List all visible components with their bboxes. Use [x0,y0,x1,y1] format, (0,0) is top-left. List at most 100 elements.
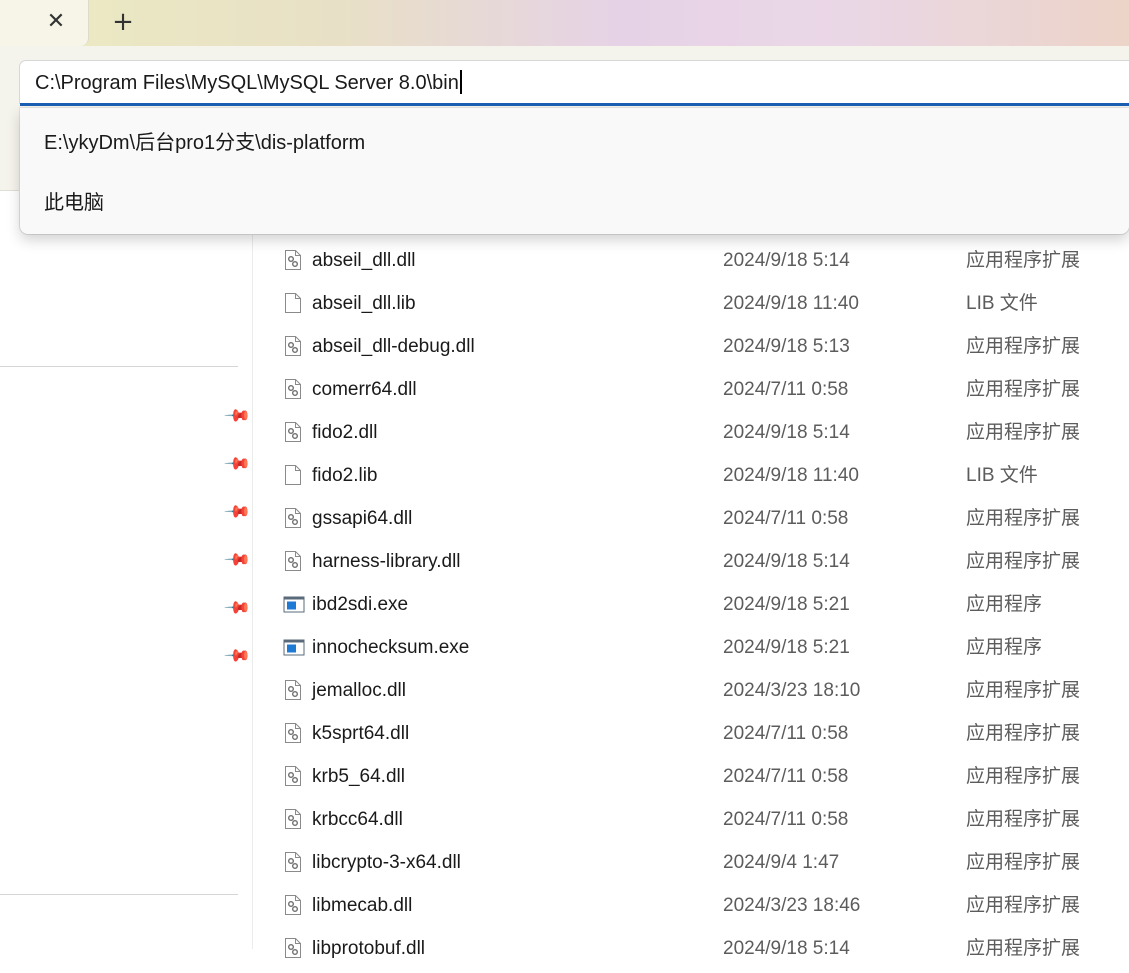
file-date-modified: 2024/7/11 0:58 [723,723,849,744]
file-date-modified: 2024/9/18 5:14 [723,422,850,443]
file-row[interactable]: jemalloc.dll 2024/3/23 18:10 应用程序扩展 [252,667,1129,710]
file-name: abseil_dll-debug.dll [312,336,475,357]
file-row[interactable]: krb5_64.dll 2024/7/11 0:58 应用程序扩展 [252,753,1129,796]
file-row[interactable]: krbcc64.dll 2024/7/11 0:58 应用程序扩展 [252,796,1129,839]
file-row[interactable]: libcrypto-3-x64.dll 2024/9/4 1:47 应用程序扩展 [252,839,1129,882]
file-date-modified: 2024/9/18 5:14 [723,551,850,572]
exe-icon [283,636,305,658]
file-type: 应用程序扩展 [966,809,1081,830]
file-date-modified: 2024/9/18 5:14 [723,938,850,959]
file-name: innochecksum.exe [312,637,470,658]
file-date-modified: 2024/7/11 0:58 [723,379,849,400]
sidebar-divider [0,366,238,367]
address-bar[interactable]: C:\Program Files\MySQL\MySQL Server 8.0\… [20,61,1129,103]
dll-icon [283,722,303,744]
file-row[interactable]: k5sprt64.dll 2024/7/11 0:58 应用程序扩展 [252,710,1129,753]
address-input[interactable]: C:\Program Files\MySQL\MySQL Server 8.0\… [35,61,462,103]
file-row[interactable]: comerr64.dll 2024/7/11 0:58 应用程序扩展 [252,366,1129,409]
suggestion-item[interactable]: 此电脑 [44,183,104,223]
file-name: comerr64.dll [312,379,417,400]
file-row[interactable]: harness-library.dll 2024/9/18 5:14 应用程序扩展 [252,538,1129,581]
active-tab[interactable]: ✕ [0,0,89,46]
dll-icon [283,851,303,873]
file-type: 应用程序扩展 [966,508,1081,529]
pin-icon[interactable]: 📌 [221,640,252,671]
text-caret [459,70,462,94]
file-type: 应用程序扩展 [966,336,1081,357]
sidebar-divider [0,894,238,895]
file-name: libcrypto-3-x64.dll [312,852,461,873]
dll-icon [283,249,303,271]
file-date-modified: 2024/9/18 5:21 [723,594,850,615]
suggestion-item[interactable]: E:\ykyDm\后台pro1分支\dis-platform [44,123,365,163]
file-row[interactable]: abseil_dll.dll 2024/9/18 5:14 应用程序扩展 [252,237,1129,280]
file-icon [283,292,303,314]
file-type: 应用程序扩展 [966,250,1081,271]
file-type: 应用程序扩展 [966,680,1081,701]
file-name: fido2.dll [312,422,378,443]
dll-icon [283,421,303,443]
file-date-modified: 2024/9/18 5:21 [723,637,850,658]
file-name: krb5_64.dll [312,766,405,787]
close-tab-icon[interactable]: ✕ [44,8,68,36]
address-suggestions-dropdown: E:\ykyDm\后台pro1分支\dis-platform 此电脑 [20,108,1129,234]
dll-icon [283,507,303,529]
file-row[interactable]: libmecab.dll 2024/3/23 18:46 应用程序扩展 [252,882,1129,925]
file-row[interactable]: abseil_dll-debug.dll 2024/9/18 5:13 应用程序扩展 [252,323,1129,366]
pin-icon[interactable]: 📌 [221,544,252,575]
file-name: harness-library.dll [312,551,461,572]
exe-icon [283,593,305,615]
file-type: LIB 文件 [966,293,1038,314]
file-type: 应用程序扩展 [966,422,1081,443]
file-type: 应用程序扩展 [966,723,1081,744]
file-name: abseil_dll.dll [312,250,416,271]
file-date-modified: 2024/3/23 18:46 [723,895,861,916]
file-name: jemalloc.dll [312,680,406,701]
file-date-modified: 2024/7/11 0:58 [723,766,849,787]
dll-icon [283,679,303,701]
file-row[interactable]: abseil_dll.lib 2024/9/18 11:40 LIB 文件 [252,280,1129,323]
pin-icon[interactable]: 📌 [221,496,252,527]
dll-icon [283,808,303,830]
file-row[interactable]: fido2.dll 2024/9/18 5:14 应用程序扩展 [252,409,1129,452]
file-type: 应用程序扩展 [966,766,1081,787]
file-name: abseil_dll.lib [312,293,416,314]
file-date-modified: 2024/9/18 5:14 [723,250,850,271]
file-name: fido2.lib [312,465,378,486]
dll-icon [283,550,303,572]
file-name: k5sprt64.dll [312,723,410,744]
file-date-modified: 2024/7/11 0:58 [723,809,849,830]
file-date-modified: 2024/9/4 1:47 [723,852,840,873]
navigation-pane: 📌 📌 📌 📌 📌 📌 [0,234,253,949]
dll-icon [283,937,303,959]
file-type: 应用程序 [966,637,1043,658]
pin-icon[interactable]: 📌 [221,448,252,479]
pin-icon[interactable]: 📌 [221,400,252,431]
file-row[interactable]: libprotobuf.dll 2024/9/18 5:14 应用程序扩展 [252,925,1129,968]
new-tab-button[interactable]: + [108,6,138,38]
file-date-modified: 2024/7/11 0:58 [723,508,849,529]
address-value: C:\Program Files\MySQL\MySQL Server 8.0\… [35,72,459,94]
file-row[interactable]: ibd2sdi.exe 2024/9/18 5:21 应用程序 [252,581,1129,624]
file-name: ibd2sdi.exe [312,594,409,615]
file-type: LIB 文件 [966,465,1038,486]
file-list: abseil_dll.dll 2024/9/18 5:14 应用程序扩展 abseil… [252,234,1129,959]
dll-icon [283,894,303,916]
file-row[interactable]: fido2.lib 2024/9/18 11:40 LIB 文件 [252,452,1129,495]
address-focus-underline [20,103,1129,106]
dll-icon [283,335,303,357]
file-type: 应用程序扩展 [966,379,1081,400]
file-icon [283,464,303,486]
file-row[interactable]: gssapi64.dll 2024/7/11 0:58 应用程序扩展 [252,495,1129,538]
file-name: libprotobuf.dll [312,938,426,959]
file-name: gssapi64.dll [312,508,413,529]
file-row[interactable]: innochecksum.exe 2024/9/18 5:21 应用程序 [252,624,1129,667]
file-date-modified: 2024/3/23 18:10 [723,680,861,701]
file-date-modified: 2024/9/18 11:40 [723,293,859,314]
file-type: 应用程序 [966,594,1043,615]
file-type: 应用程序扩展 [966,852,1081,873]
pin-icon[interactable]: 📌 [221,592,252,623]
file-date-modified: 2024/9/18 5:13 [723,336,850,357]
file-type: 应用程序扩展 [966,895,1081,916]
dll-icon [283,378,303,400]
